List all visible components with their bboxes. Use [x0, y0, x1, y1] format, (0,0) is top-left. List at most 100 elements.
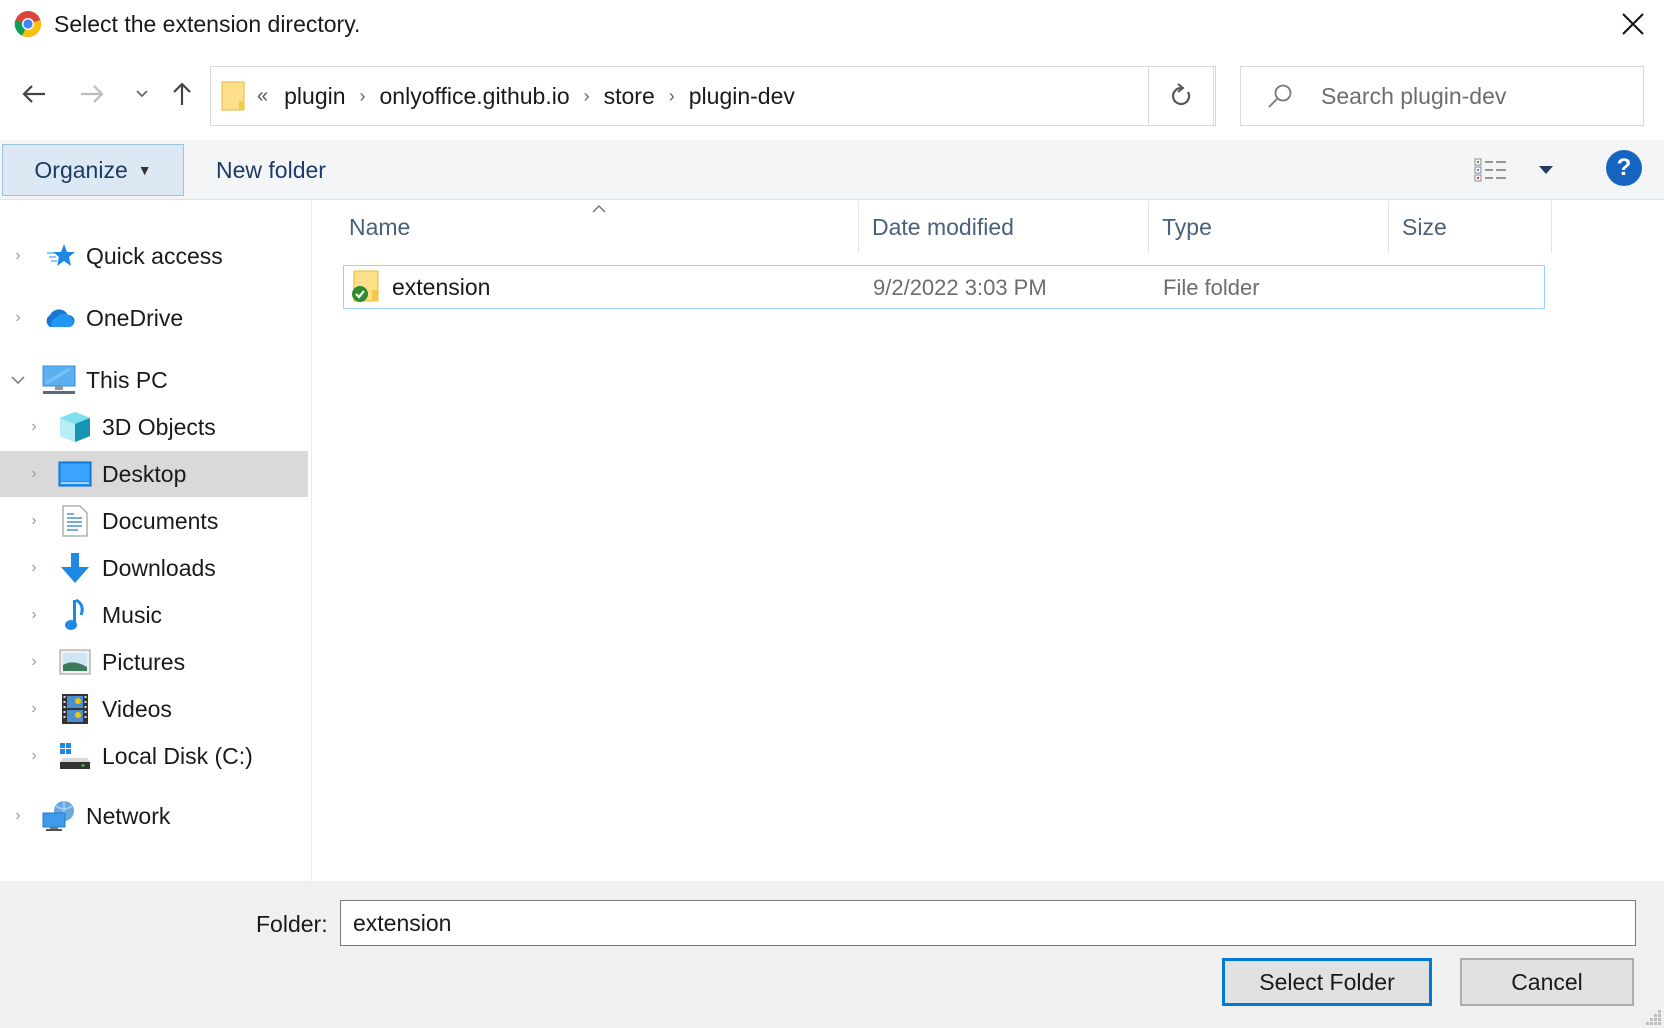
- sidebar-item-3d-objects[interactable]: › 3D Objects: [0, 404, 308, 450]
- dialog-title: Select the extension directory.: [54, 11, 361, 37]
- change-view-button[interactable]: [1474, 150, 1554, 190]
- breadcrumb-separator[interactable]: ›: [669, 86, 675, 107]
- sidebar-item-desktop[interactable]: › Desktop: [0, 451, 308, 497]
- chevron-down-icon: [136, 90, 148, 98]
- close-icon: [1622, 13, 1644, 35]
- sidebar-item-local-disk[interactable]: › Local Disk (C:): [0, 733, 308, 779]
- sidebar-item-label: Videos: [102, 695, 172, 722]
- music-icon: [58, 598, 92, 632]
- chevron-right-icon[interactable]: ›: [24, 417, 44, 437]
- quick-access-star-icon: [44, 239, 78, 273]
- search-box[interactable]: [1240, 66, 1644, 126]
- column-divider[interactable]: [1388, 201, 1389, 253]
- chevron-right-icon[interactable]: ›: [24, 746, 44, 766]
- 3d-objects-icon: [58, 410, 92, 444]
- back-button[interactable]: [16, 74, 52, 114]
- sidebar-item-label: Local Disk (C:): [102, 742, 253, 769]
- close-button[interactable]: [1612, 4, 1654, 44]
- column-header-type[interactable]: Type: [1162, 201, 1382, 253]
- column-divider[interactable]: [858, 201, 859, 253]
- forward-button[interactable]: [74, 74, 110, 114]
- address-bar[interactable]: « plugin › onlyoffice.github.io › store …: [210, 66, 1331, 126]
- sidebar-item-this-pc[interactable]: This PC: [0, 357, 308, 403]
- sidebar-item-label: This PC: [86, 366, 168, 393]
- breadcrumb-item[interactable]: store: [604, 83, 655, 110]
- sidebar-item-label: Music: [102, 601, 163, 628]
- new-folder-button[interactable]: New folder: [200, 144, 342, 196]
- chevron-right-icon[interactable]: ›: [24, 699, 44, 719]
- breadcrumb-separator[interactable]: ›: [584, 86, 590, 107]
- sidebar-item-label: Network: [86, 802, 171, 829]
- breadcrumb-item[interactable]: onlyoffice.github.io: [380, 83, 570, 110]
- navigation-pane: › Quick access › OneDrive This PC › 3D O…: [0, 201, 312, 881]
- chevron-right-icon[interactable]: ›: [24, 652, 44, 672]
- file-date-modified: 9/2/2022 3:03 PM: [873, 275, 1047, 300]
- column-divider[interactable]: [1148, 201, 1149, 253]
- search-input[interactable]: [1321, 67, 1631, 125]
- breadcrumb-overflow[interactable]: «: [257, 85, 268, 108]
- resize-grip-icon[interactable]: [1646, 1010, 1662, 1026]
- chevron-right-icon[interactable]: ›: [8, 806, 28, 826]
- refresh-button[interactable]: [1148, 66, 1214, 126]
- column-header-size[interactable]: Size: [1402, 201, 1542, 253]
- chevron-right-icon[interactable]: ›: [8, 246, 28, 266]
- cancel-button[interactable]: Cancel: [1460, 958, 1634, 1006]
- dialog-footer: Folder: Select Folder Cancel: [0, 881, 1664, 1028]
- sidebar-item-downloads[interactable]: › Downloads: [0, 545, 308, 591]
- sidebar-item-documents[interactable]: › Documents: [0, 498, 308, 544]
- chevron-right-icon[interactable]: ›: [24, 558, 44, 578]
- chevron-right-icon[interactable]: ›: [24, 511, 44, 531]
- chrome-icon: [14, 10, 42, 38]
- sidebar-item-quick-access[interactable]: › Quick access: [0, 233, 308, 279]
- documents-icon: [58, 504, 92, 538]
- folder-label: Folder:: [256, 911, 328, 937]
- navigation-bar: « plugin › onlyoffice.github.io › store …: [0, 60, 1664, 130]
- file-name: extension: [392, 274, 491, 300]
- pictures-icon: [58, 645, 92, 679]
- local-disk-icon: [58, 739, 92, 773]
- select-folder-button[interactable]: Select Folder: [1222, 958, 1432, 1006]
- file-row[interactable]: extension 9/2/2022 3:03 PM File folder: [343, 265, 1545, 309]
- sidebar-item-label: 3D Objects: [102, 413, 216, 440]
- sidebar-item-label: Desktop: [102, 460, 187, 487]
- organize-label: Organize: [34, 156, 128, 183]
- sidebar-item-videos[interactable]: › Videos: [0, 686, 308, 732]
- sidebar-item-label: Quick access: [86, 242, 223, 269]
- details-view-icon: [1474, 158, 1506, 182]
- breadcrumb-item[interactable]: plugin-dev: [689, 83, 795, 110]
- arrow-left-icon: [22, 85, 45, 103]
- breadcrumb-separator[interactable]: ›: [360, 86, 366, 107]
- sidebar-item-network[interactable]: › Network: [0, 793, 308, 839]
- title-bar: Select the extension directory.: [0, 0, 1664, 48]
- refresh-icon: [1172, 83, 1191, 106]
- breadcrumb-item[interactable]: plugin: [284, 83, 345, 110]
- sidebar-item-music[interactable]: › Music: [0, 592, 308, 638]
- search-icon: [1267, 83, 1293, 114]
- file-list: Name Date modified Type Size extension 9…: [313, 201, 1664, 881]
- folder-icon: [221, 81, 245, 116]
- sidebar-item-label: OneDrive: [86, 304, 184, 331]
- up-button[interactable]: [164, 74, 200, 114]
- help-button[interactable]: ?: [1606, 150, 1642, 186]
- sidebar-item-label: Documents: [102, 507, 219, 534]
- this-pc-monitor-icon: [42, 363, 76, 397]
- column-header-date-modified[interactable]: Date modified: [872, 201, 1142, 253]
- chevron-right-icon[interactable]: ›: [8, 308, 28, 328]
- breadcrumb: « plugin › onlyoffice.github.io › store …: [257, 67, 795, 125]
- arrow-up-icon: [173, 82, 191, 105]
- caret-down-icon: ▼: [137, 162, 152, 178]
- column-header-name[interactable]: Name: [349, 201, 829, 253]
- folder-name-input[interactable]: [340, 900, 1636, 946]
- sidebar-item-label: Pictures: [102, 648, 186, 675]
- chevron-down-icon[interactable]: [8, 370, 28, 390]
- chevron-right-icon[interactable]: ›: [24, 605, 44, 625]
- column-divider[interactable]: [1551, 201, 1552, 253]
- sidebar-item-onedrive[interactable]: › OneDrive: [0, 295, 308, 341]
- recent-locations-button[interactable]: [124, 74, 160, 114]
- organize-button[interactable]: Organize ▼: [2, 144, 184, 196]
- network-icon: [42, 799, 76, 833]
- folder-synced-icon: [350, 270, 380, 309]
- sidebar-item-pictures[interactable]: › Pictures: [0, 639, 308, 685]
- file-type: File folder: [1163, 275, 1260, 300]
- chevron-right-icon[interactable]: ›: [24, 464, 44, 484]
